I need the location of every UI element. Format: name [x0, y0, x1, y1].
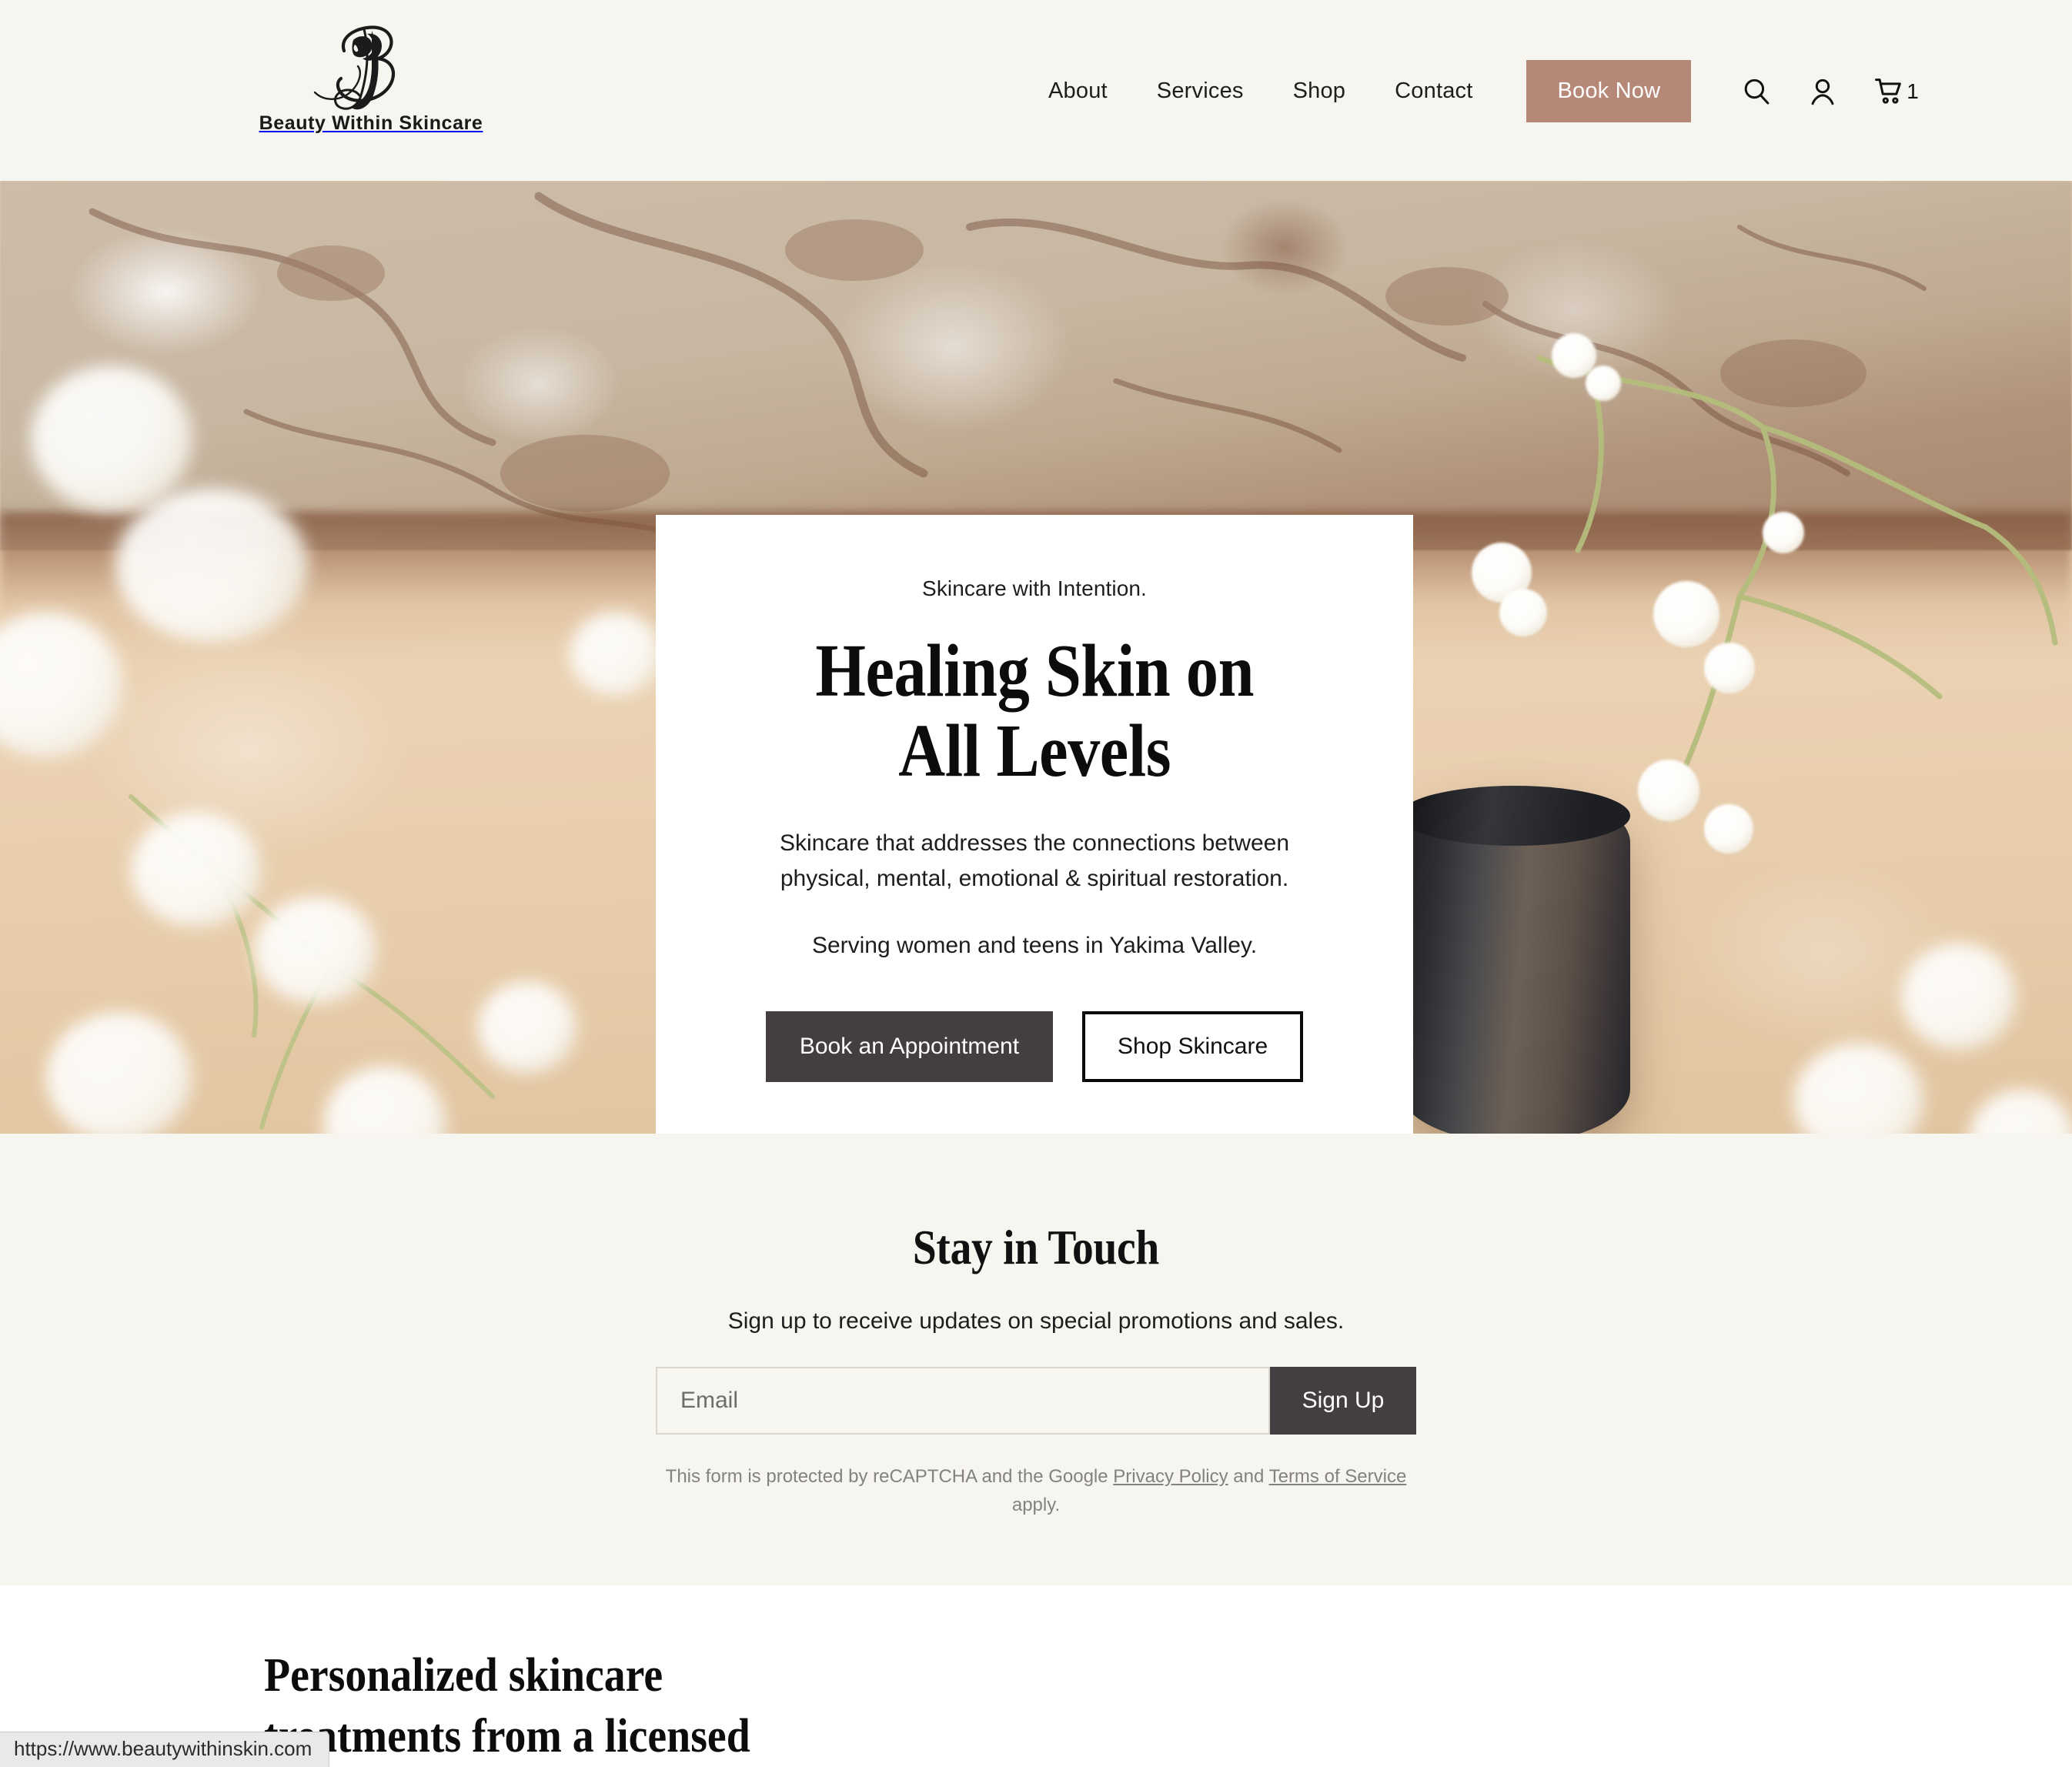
flower — [115, 489, 308, 643]
cosmetic-jar-lid — [1399, 786, 1630, 1134]
book-appointment-button[interactable]: Book an Appointment — [765, 1010, 1054, 1082]
flower — [31, 366, 192, 512]
nav-item-shop[interactable]: Shop — [1268, 80, 1371, 102]
browser-status-bar-url: https://www.beautywithinskin.com — [0, 1732, 330, 1767]
flower — [1704, 804, 1753, 853]
hero-section: Skincare with Intention. Healing Skin on… — [0, 181, 2072, 1134]
flower — [254, 897, 377, 1004]
hero-title-line-1: Healing Skin on — [815, 630, 1254, 713]
flower — [1763, 512, 1804, 553]
flower — [1901, 943, 2017, 1051]
cosmetic-jar-lid-top — [1399, 786, 1630, 846]
privacy-policy-link[interactable]: Privacy Policy — [1113, 1466, 1228, 1487]
recaptcha-text-suffix: apply. — [1011, 1495, 1061, 1516]
newsletter-section: Stay in Touch Sign up to receive updates… — [0, 1134, 2072, 1585]
newsletter-subtitle: Sign up to receive updates on special pr… — [727, 1308, 1345, 1334]
nav-item-about[interactable]: About — [1024, 80, 1132, 102]
signup-button[interactable]: Sign Up — [1270, 1367, 1416, 1435]
about-teaser-heading-line-1: Personalized skincare — [264, 1649, 663, 1702]
flower — [46, 1012, 192, 1134]
terms-of-service-link[interactable]: Terms of Service — [1269, 1466, 1407, 1487]
book-now-button[interactable]: Book Now — [1526, 60, 1692, 122]
site-header: Beauty Within Skincare About Services Sh… — [0, 0, 2072, 181]
logo-text: Beauty Within Skincare — [259, 112, 483, 134]
flower — [131, 812, 262, 927]
newsletter-title: Stay in Touch — [912, 1221, 1160, 1274]
recaptcha-text-prefix: This form is protected by reCAPTCHA and … — [665, 1466, 1114, 1487]
script-b-woman-silhouette-logo-icon — [313, 25, 396, 110]
email-input[interactable] — [656, 1367, 1270, 1435]
account-button[interactable] — [1790, 75, 1856, 108]
account-icon — [1811, 78, 1834, 105]
hero-title-line-2: All Levels — [898, 709, 1171, 793]
hero-title: Healing Skin on All Levels — [815, 630, 1254, 793]
recaptcha-text-mid: and — [1228, 1466, 1269, 1487]
newsletter-form: Sign Up — [656, 1367, 1416, 1435]
hero-subtitle: Skincare that addresses the connections … — [779, 830, 1290, 892]
flower — [570, 612, 662, 696]
site-logo[interactable]: Beauty Within Skincare — [256, 22, 486, 149]
search-icon — [1744, 78, 1770, 105]
cart-count-badge: 1 — [1907, 78, 1919, 103]
flower — [1653, 581, 1719, 647]
hero-eyebrow: Skincare with Intention. — [922, 576, 1147, 600]
nav-item-contact[interactable]: Contact — [1370, 80, 1497, 102]
recaptcha-notice: This form is protected by reCAPTCHA and … — [643, 1462, 1429, 1519]
cart-button[interactable]: 1 — [1856, 75, 1936, 108]
babys-breath-stems-right — [1536, 355, 2058, 769]
main-navigation: About Services Shop Contact Book Now 1 — [1024, 60, 1936, 122]
hero-content-card: Skincare with Intention. Healing Skin on… — [656, 515, 1413, 1134]
nav-item-services[interactable]: Services — [1132, 80, 1268, 102]
hero-subtitle-secondary: Serving women and teens in Yakima Valley… — [811, 932, 1258, 958]
header-icon-group: 1 — [1723, 75, 1936, 108]
search-button[interactable] — [1723, 75, 1790, 108]
about-teaser-heading: Personalized skincare treatments from a … — [264, 1645, 1891, 1767]
hero-cta-group: Book an Appointment Shop Skincare — [765, 1010, 1304, 1082]
flower — [1704, 643, 1755, 693]
flower — [1638, 760, 1699, 821]
flower — [477, 981, 577, 1074]
flower — [1586, 366, 1621, 401]
flower — [1499, 589, 1547, 636]
about-teaser-heading-line-2: treatments from a licensed — [264, 1710, 750, 1763]
shop-skincare-button[interactable]: Shop Skincare — [1082, 1010, 1304, 1082]
cart-icon — [1875, 78, 1902, 104]
